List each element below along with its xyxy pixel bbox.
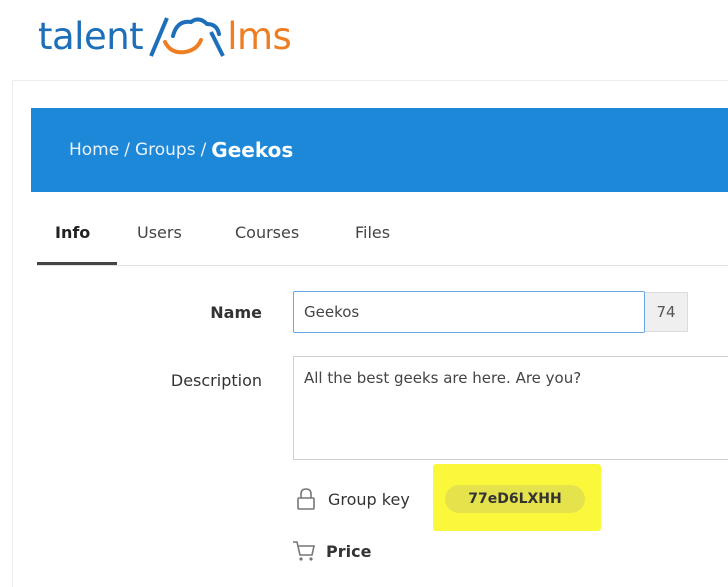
talentlms-logo: talent lms <box>38 6 292 66</box>
page-header: Home / Groups / Geekos <box>31 108 728 192</box>
price-row[interactable]: Price <box>292 536 371 566</box>
breadcrumb-home[interactable]: Home <box>69 140 119 160</box>
logo-text-talent: talent <box>38 14 144 58</box>
group-key-value[interactable]: 77eD6LXHH <box>445 485 585 513</box>
cloud-icon <box>149 17 225 57</box>
group-key-row: Group key <box>296 484 410 514</box>
group-key-label: Group key <box>328 489 410 509</box>
lock-icon <box>297 488 315 510</box>
breadcrumb-separator: / <box>124 140 130 160</box>
tab-files[interactable]: Files <box>355 205 390 265</box>
breadcrumb-separator: / <box>200 140 207 160</box>
page: talent lms Home / Groups / Geekos Info U… <box>0 0 728 587</box>
description-textarea[interactable]: All the best geeks are here. Are you? <box>293 356 728 460</box>
breadcrumb-groups[interactable]: Groups <box>135 140 196 160</box>
logo-text-lms: lms <box>227 14 292 58</box>
description-label: Description <box>170 371 262 390</box>
name-char-counter: 74 <box>645 292 688 332</box>
tab-info[interactable]: Info <box>37 205 117 265</box>
name-label: Name <box>210 303 262 322</box>
cart-icon <box>293 541 315 561</box>
page-title: Geekos <box>211 138 294 162</box>
price-label: Price <box>326 541 372 561</box>
tab-courses[interactable]: Courses <box>235 205 299 265</box>
name-input[interactable]: Geekos <box>293 291 645 333</box>
tab-users[interactable]: Users <box>137 205 182 265</box>
tab-bar: Info Users Courses Files <box>37 205 728 266</box>
breadcrumb: Home / Groups / Geekos <box>69 108 293 192</box>
